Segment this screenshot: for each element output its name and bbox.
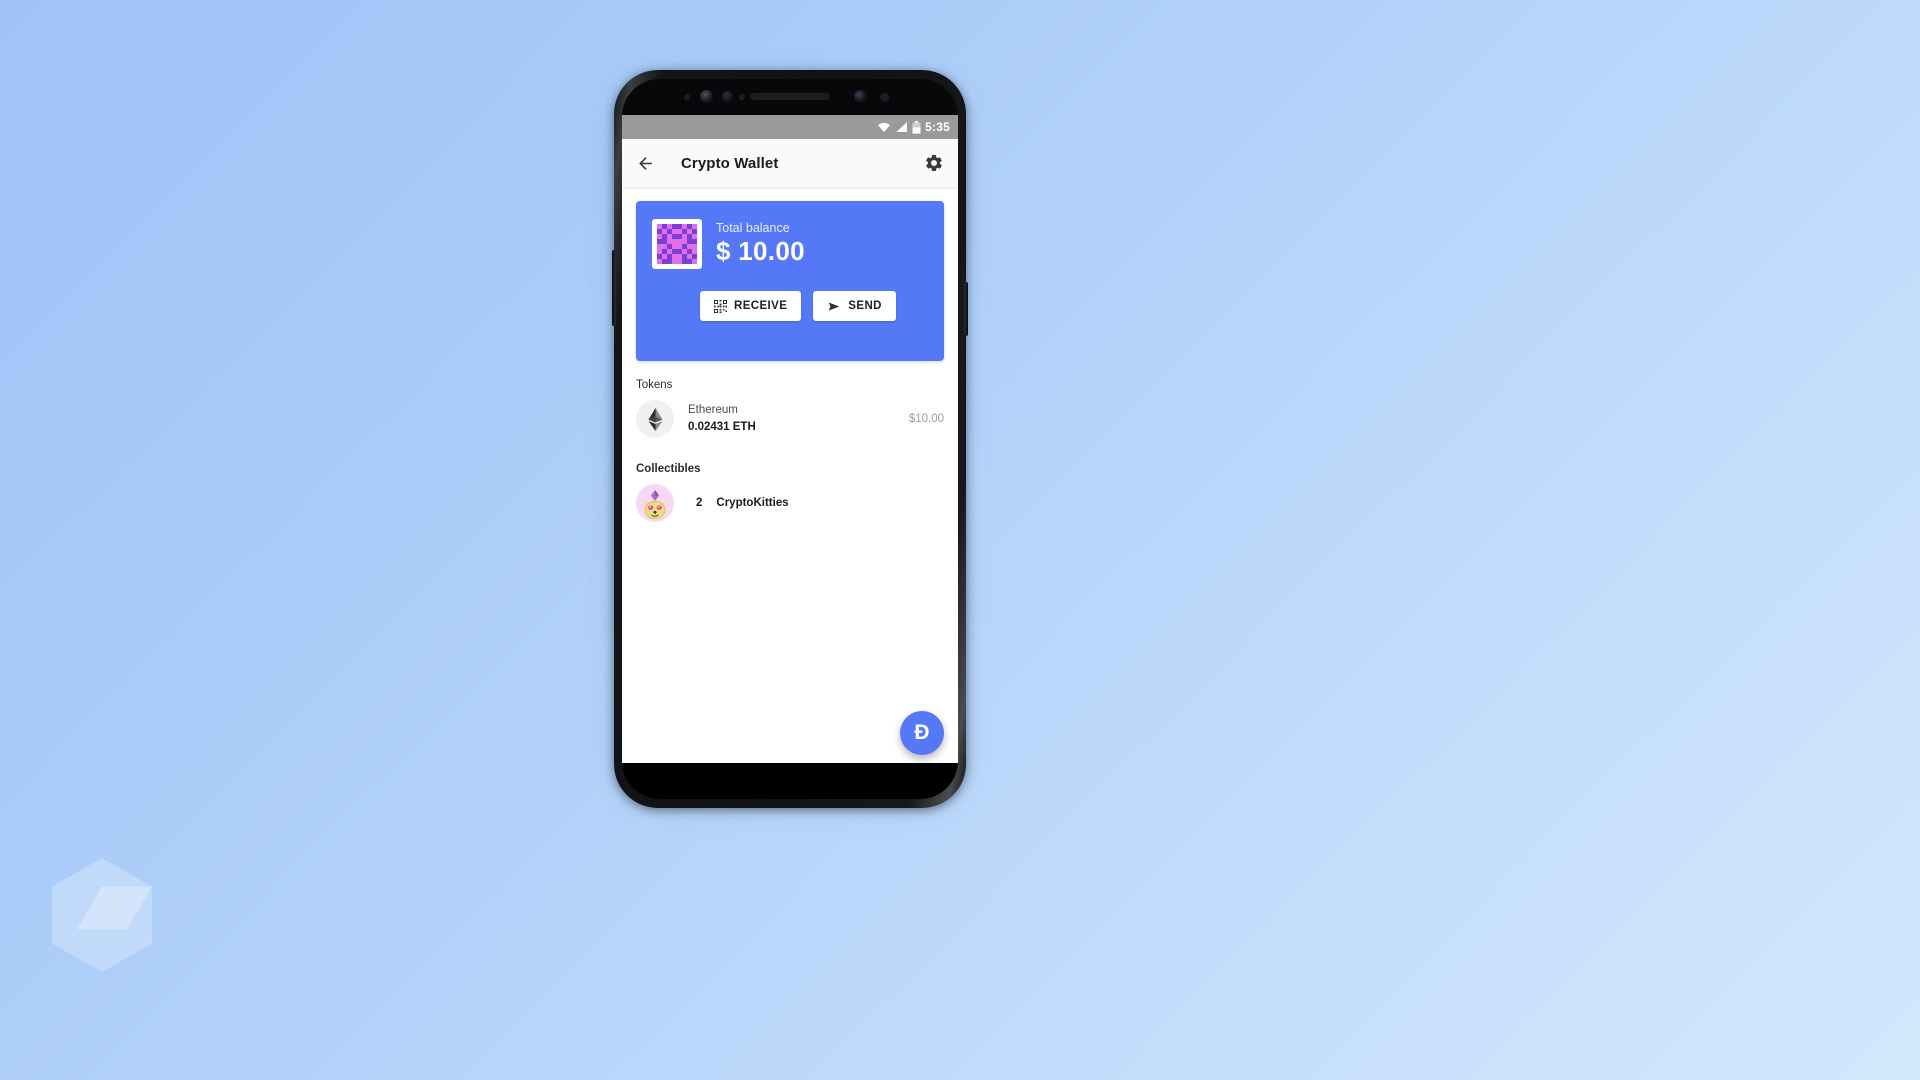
- balance-label: Total balance: [716, 221, 790, 235]
- power-button[interactable]: [964, 282, 968, 336]
- token-fiat-value: $10.00: [908, 413, 944, 425]
- led-indicator: [880, 93, 889, 102]
- ethereum-icon: [636, 400, 674, 438]
- wifi-icon: [878, 122, 891, 132]
- token-name: Ethereum: [688, 404, 738, 417]
- qr-code-icon: [714, 299, 727, 313]
- token-amount: 0.02431 ETH: [688, 421, 756, 433]
- screen-content: Total balance $ 10.00 RECEIVE SEND Token…: [622, 201, 958, 763]
- front-camera: [854, 90, 867, 103]
- app-screen: 5:35 Crypto Wallet Total balance $ 10.00…: [622, 115, 958, 763]
- dapp-browser-fab[interactable]: Ð: [900, 711, 944, 755]
- cryptokitty-icon: [636, 484, 674, 522]
- send-button-label: SEND: [848, 300, 882, 312]
- gear-icon[interactable]: [924, 153, 944, 173]
- balance-row: Total balance $ 10.00: [652, 219, 928, 269]
- back-arrow-icon[interactable]: [636, 154, 655, 173]
- collectible-row-cryptokitties[interactable]: 2 CryptoKitties: [636, 477, 944, 529]
- volume-button[interactable]: [612, 250, 616, 326]
- balance-card: Total balance $ 10.00 RECEIVE SEND: [636, 201, 944, 361]
- collectible-name: CryptoKitties: [716, 497, 789, 509]
- token-row-ethereum[interactable]: Ethereum 0.02431 ETH $10.00: [636, 393, 944, 445]
- avatar[interactable]: [652, 219, 702, 269]
- paper-plane-icon: [829, 301, 840, 311]
- earpiece-speaker: [750, 93, 830, 100]
- receive-button-label: RECEIVE: [734, 300, 788, 312]
- status-bar-time: 5:35: [925, 120, 950, 134]
- light-sensor: [722, 91, 733, 102]
- collectibles-section-title: Collectibles: [636, 463, 701, 475]
- app-bar: Crypto Wallet: [622, 139, 958, 187]
- proximity-sensor: [684, 94, 690, 100]
- token-text-group: Ethereum 0.02431 ETH: [688, 402, 909, 435]
- hexagon-cube-logo: [52, 858, 152, 972]
- phone-screen-area: 5:35 Crypto Wallet Total balance $ 10.00…: [622, 79, 958, 799]
- balance-text-group: Total balance $ 10.00: [716, 221, 805, 267]
- phone-top-bezel: [622, 79, 958, 115]
- phone-body: 5:35 Crypto Wallet Total balance $ 10.00…: [612, 70, 968, 808]
- send-button[interactable]: SEND: [813, 291, 896, 321]
- iris-scanner: [700, 90, 713, 103]
- battery-icon: [912, 120, 921, 134]
- page-title: Crypto Wallet: [681, 154, 779, 172]
- signal-icon: [896, 122, 908, 132]
- identicon-avatar: [657, 224, 697, 264]
- receive-button[interactable]: RECEIVE: [700, 291, 802, 321]
- balance-actions: RECEIVE SEND: [652, 291, 928, 321]
- status-bar: 5:35: [622, 115, 958, 139]
- phone-device: 5:35 Crypto Wallet Total balance $ 10.00…: [612, 70, 968, 810]
- balance-amount: $ 10.00: [716, 236, 805, 266]
- collectible-count: 2: [696, 497, 703, 509]
- tokens-section-title: Tokens: [636, 379, 673, 391]
- secondary-sensor: [739, 94, 745, 100]
